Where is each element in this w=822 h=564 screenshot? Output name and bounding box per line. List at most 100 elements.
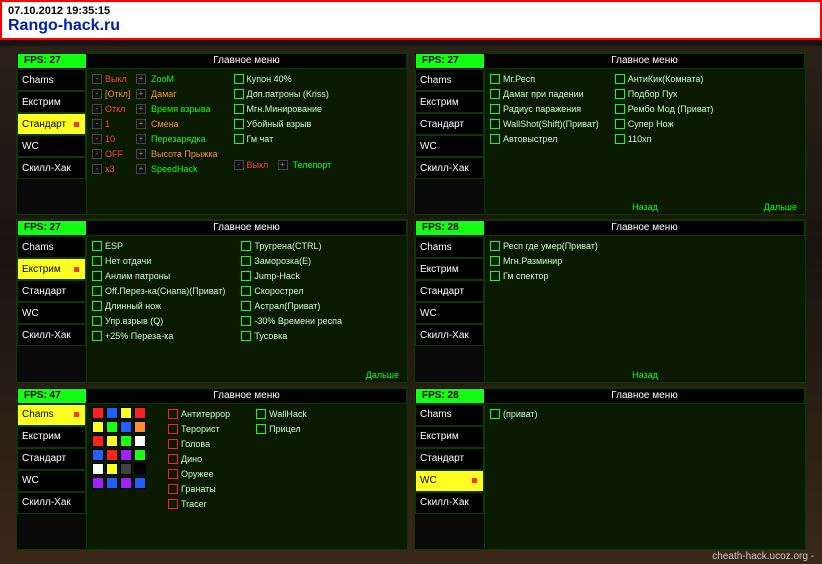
target-row[interactable]: Гранаты xyxy=(168,482,230,496)
sidebar-tab[interactable]: WC xyxy=(17,302,86,324)
sidebar-tab[interactable]: Стандарт xyxy=(17,113,86,135)
target-row[interactable]: Оружее xyxy=(168,467,230,481)
sidebar-tab[interactable]: Екстрим xyxy=(415,426,484,448)
plus-button[interactable]: + xyxy=(278,160,288,170)
nav-back[interactable]: Назад xyxy=(632,202,658,212)
plus-button[interactable]: + xyxy=(136,149,146,159)
checkbox-row[interactable]: Гм чат xyxy=(234,132,332,146)
sidebar-tab[interactable]: WC xyxy=(415,135,484,157)
color-swatch[interactable] xyxy=(92,435,104,447)
sidebar-tab[interactable]: Chams xyxy=(17,69,86,91)
target-row[interactable]: Терорист xyxy=(168,422,230,436)
sidebar-tab[interactable]: Chams xyxy=(17,404,86,426)
color-swatch[interactable] xyxy=(92,463,104,475)
sidebar-tab[interactable]: Екстрим xyxy=(415,258,484,280)
checkbox-row[interactable]: Скорострел xyxy=(241,284,342,298)
target-row[interactable]: Tracer xyxy=(168,497,230,511)
checkbox-row[interactable]: Рембо Мод (Приват) xyxy=(615,102,714,116)
color-swatch[interactable] xyxy=(92,407,104,419)
checkbox-row[interactable]: Респ где умер(Приват) xyxy=(490,239,598,253)
plus-button[interactable]: + xyxy=(136,119,146,129)
checkbox-row[interactable]: Астрал(Приват) xyxy=(241,299,342,313)
target-row[interactable]: Антитеррор xyxy=(168,407,230,421)
color-swatch[interactable] xyxy=(106,477,118,489)
checkbox-row[interactable]: Тругрена(CTRL) xyxy=(241,239,342,253)
checkbox-row[interactable]: Заморозка(E) xyxy=(241,254,342,268)
sidebar-tab[interactable]: Стандарт xyxy=(415,448,484,470)
sidebar-tab[interactable]: Екстрим xyxy=(17,258,86,280)
checkbox-row[interactable]: Тусовка xyxy=(241,329,342,343)
sidebar-tab[interactable]: Стандарт xyxy=(415,280,484,302)
nav-next[interactable]: Дальше xyxy=(764,202,797,212)
checkbox-row[interactable]: Дамаг при падении xyxy=(490,87,599,101)
sidebar-tab[interactable]: WC xyxy=(415,302,484,324)
checkbox-row[interactable]: Мг.Респ xyxy=(490,72,599,86)
sidebar-tab[interactable]: Chams xyxy=(415,69,484,91)
color-swatch[interactable] xyxy=(106,435,118,447)
color-swatch[interactable] xyxy=(120,477,132,489)
sidebar-tab[interactable]: Екстрим xyxy=(17,91,86,113)
minus-button[interactable]: - xyxy=(92,149,102,159)
color-swatch[interactable] xyxy=(106,463,118,475)
checkbox-row[interactable]: WallHack xyxy=(256,407,307,421)
minus-button[interactable]: - xyxy=(92,164,102,174)
sidebar-tab[interactable]: WC xyxy=(17,470,86,492)
plus-button[interactable]: + xyxy=(136,104,146,114)
sidebar-tab[interactable]: Стандарт xyxy=(17,280,86,302)
checkbox-row[interactable]: АнтиКик(Комната) xyxy=(615,72,714,86)
nav-back[interactable]: Назад xyxy=(632,370,658,380)
checkbox-row[interactable]: Купон 40% xyxy=(234,72,332,86)
minus-button[interactable]: - xyxy=(92,119,102,129)
color-swatch[interactable] xyxy=(106,449,118,461)
plus-button[interactable]: + xyxy=(136,164,146,174)
sidebar-tab[interactable]: Скилл-Хак xyxy=(415,324,484,346)
checkbox-row[interactable]: +25% Переза-ка xyxy=(92,329,225,343)
sidebar-tab[interactable]: WC xyxy=(17,135,86,157)
checkbox-row[interactable]: Jump-Hack xyxy=(241,269,342,283)
checkbox-row[interactable]: Радиус паражения xyxy=(490,102,599,116)
color-swatch[interactable] xyxy=(120,407,132,419)
sidebar-tab[interactable]: Скилл-Хак xyxy=(17,324,86,346)
sidebar-tab[interactable]: Скилл-Хак xyxy=(17,157,86,179)
checkbox-row[interactable]: Гм спектор xyxy=(490,269,598,283)
checkbox-row[interactable]: Нет отдачи xyxy=(92,254,225,268)
checkbox-row[interactable]: Off.Перез-ка(Снапа)(Приват) xyxy=(92,284,225,298)
sidebar-tab[interactable]: Стандарт xyxy=(17,448,86,470)
checkbox-row[interactable]: Подбор Пух xyxy=(615,87,714,101)
target-row[interactable]: Дино xyxy=(168,452,230,466)
color-swatch[interactable] xyxy=(106,407,118,419)
plus-button[interactable]: + xyxy=(136,89,146,99)
target-row[interactable]: Голова xyxy=(168,437,230,451)
checkbox-row[interactable]: Мгн.Минирование xyxy=(234,102,332,116)
sidebar-tab[interactable]: Chams xyxy=(17,236,86,258)
sidebar-tab[interactable]: Скилл-Хак xyxy=(415,492,484,514)
plus-button[interactable]: + xyxy=(136,74,146,84)
sidebar-tab[interactable]: Скилл-Хак xyxy=(17,492,86,514)
color-swatch[interactable] xyxy=(134,435,146,447)
checkbox-row[interactable]: WallShot(Shift)(Приват) xyxy=(490,117,599,131)
color-swatch[interactable] xyxy=(134,407,146,419)
checkbox-row[interactable]: Доп.патроны (Kriss) xyxy=(234,87,332,101)
checkbox-row[interactable]: 110хп xyxy=(615,132,714,146)
checkbox-row[interactable]: -30% Времени респа xyxy=(241,314,342,328)
sidebar-tab[interactable]: Екстрим xyxy=(415,91,484,113)
color-swatch[interactable] xyxy=(92,449,104,461)
minus-button[interactable]: - xyxy=(234,160,244,170)
checkbox-row[interactable]: Анлим патроны xyxy=(92,269,225,283)
color-swatch[interactable] xyxy=(120,449,132,461)
sidebar-tab[interactable]: Стандарт xyxy=(415,113,484,135)
color-swatch[interactable] xyxy=(134,477,146,489)
minus-button[interactable]: - xyxy=(92,89,102,99)
checkbox-row[interactable]: Упр.взрыв (Q) xyxy=(92,314,225,328)
color-swatch[interactable] xyxy=(92,421,104,433)
checkbox-row[interactable]: ESP xyxy=(92,239,225,253)
sidebar-tab[interactable]: Chams xyxy=(415,236,484,258)
color-swatch[interactable] xyxy=(120,435,132,447)
color-swatch[interactable] xyxy=(134,449,146,461)
checkbox-row[interactable]: Автовыстрел xyxy=(490,132,599,146)
checkbox-row[interactable]: (приват) xyxy=(490,407,538,421)
checkbox-row[interactable]: Прицел xyxy=(256,422,307,436)
color-swatch[interactable] xyxy=(120,463,132,475)
checkbox-row[interactable]: Супер Нож xyxy=(615,117,714,131)
color-swatch[interactable] xyxy=(134,421,146,433)
